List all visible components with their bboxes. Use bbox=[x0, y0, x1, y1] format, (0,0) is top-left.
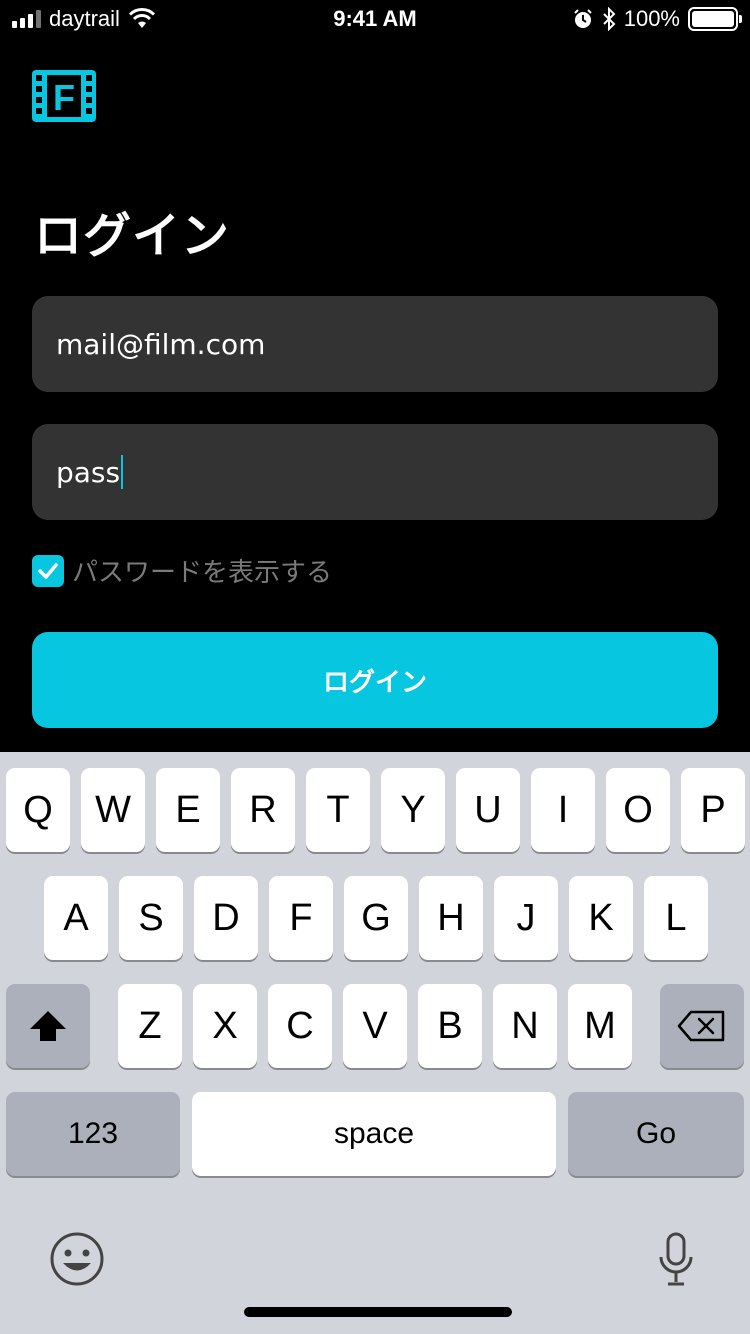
key-a[interactable]: A bbox=[44, 876, 108, 960]
home-indicator bbox=[244, 1307, 512, 1317]
key-e[interactable]: E bbox=[156, 768, 220, 852]
keyboard: QWERTYUIOP ASDFGHJKL ZXCVBNM 123 space G… bbox=[0, 752, 750, 1334]
key-m[interactable]: M bbox=[568, 984, 632, 1068]
password-value: pass bbox=[56, 455, 121, 489]
key-v[interactable]: V bbox=[343, 984, 407, 1068]
show-password-label: パスワードを表示する bbox=[72, 558, 333, 588]
key-o[interactable]: O bbox=[606, 768, 670, 852]
logo-letter: F bbox=[53, 77, 75, 118]
key-x[interactable]: X bbox=[193, 984, 257, 1068]
key-b[interactable]: B bbox=[418, 984, 482, 1068]
backspace-icon bbox=[677, 1010, 725, 1042]
show-password-toggle[interactable]: パスワードを表示する bbox=[32, 552, 332, 589]
key-u[interactable]: U bbox=[456, 768, 520, 852]
password-field[interactable]: pass bbox=[32, 424, 718, 520]
battery-icon bbox=[688, 7, 742, 31]
key-g[interactable]: G bbox=[344, 876, 408, 960]
battery-percent: 100% bbox=[623, 6, 680, 31]
text-caret bbox=[121, 455, 124, 489]
film-logo-icon: F bbox=[32, 70, 96, 122]
page-title: ログイン bbox=[34, 208, 231, 264]
login-button[interactable]: ログイン bbox=[32, 632, 718, 728]
key-r[interactable]: R bbox=[231, 768, 295, 852]
shift-icon bbox=[30, 1011, 66, 1041]
key-w[interactable]: W bbox=[81, 768, 145, 852]
key-i[interactable]: I bbox=[531, 768, 595, 852]
show-password-checkbox[interactable] bbox=[32, 554, 64, 587]
key-t[interactable]: T bbox=[306, 768, 370, 852]
key-j[interactable]: J bbox=[494, 876, 558, 960]
key-q[interactable]: Q bbox=[6, 768, 70, 852]
shift-key[interactable] bbox=[6, 984, 90, 1068]
go-key[interactable]: Go bbox=[568, 1092, 744, 1176]
backspace-key[interactable] bbox=[660, 984, 744, 1068]
alarm-icon bbox=[574, 9, 592, 28]
key-n[interactable]: N bbox=[493, 984, 557, 1068]
key-c[interactable]: C bbox=[268, 984, 332, 1068]
key-y[interactable]: Y bbox=[381, 768, 445, 852]
email-field[interactable]: mail@film.com bbox=[32, 296, 718, 392]
status-bar: daytrail 9:41 AM 100% bbox=[0, 0, 750, 40]
key-d[interactable]: D bbox=[194, 876, 258, 960]
key-l[interactable]: L bbox=[644, 876, 708, 960]
key-z[interactable]: Z bbox=[118, 984, 182, 1068]
space-key[interactable]: space bbox=[192, 1092, 556, 1176]
emoji-icon[interactable] bbox=[48, 1230, 106, 1288]
bluetooth-icon bbox=[603, 7, 616, 31]
key-k[interactable]: K bbox=[569, 876, 633, 960]
status-right: 100% bbox=[572, 6, 742, 32]
key-h[interactable]: H bbox=[419, 876, 483, 960]
key-s[interactable]: S bbox=[119, 876, 183, 960]
checkmark-icon bbox=[38, 562, 58, 579]
key-p[interactable]: P bbox=[681, 768, 745, 852]
microphone-icon[interactable] bbox=[656, 1232, 696, 1288]
key-f[interactable]: F bbox=[269, 876, 333, 960]
email-value: mail@film.com bbox=[56, 327, 266, 361]
numbers-key[interactable]: 123 bbox=[6, 1092, 180, 1176]
